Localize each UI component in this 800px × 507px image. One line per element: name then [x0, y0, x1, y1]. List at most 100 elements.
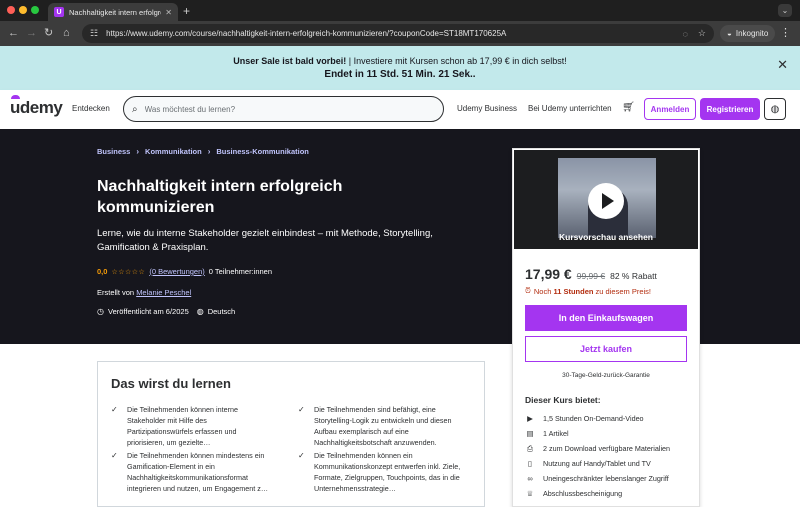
- star-rating-icon: ☆☆☆☆☆: [111, 268, 146, 276]
- alarm-clock-icon: ⏰︎: [525, 286, 531, 295]
- tab-search-chevron-icon[interactable]: ⌄: [778, 4, 792, 17]
- back-arrow-icon[interactable]: ←: [8, 26, 19, 40]
- learn-item-text: Die Teilnehmenden können ein Kommunikati…: [314, 451, 461, 493]
- infinity-icon: ∞: [527, 474, 533, 483]
- rating-count-link[interactable]: (0 Bewertungen): [149, 267, 204, 276]
- eye-off-icon[interactable]: ◌: [683, 29, 688, 39]
- timer-text: Noch 11 Stunden zu diesem Preis!: [534, 287, 651, 296]
- current-price: 17,99 €: [525, 266, 572, 282]
- published-date: Veröffentlicht am 6/2025: [107, 307, 189, 316]
- reload-icon[interactable]: ↻: [44, 26, 53, 40]
- check-icon: ✓: [111, 451, 118, 460]
- breadcrumb-communication[interactable]: Kommunikation: [145, 147, 202, 156]
- include-text: Abschlussbescheinigung: [543, 489, 623, 498]
- buy-now-button[interactable]: Jetzt kaufen: [525, 336, 687, 362]
- url-text[interactable]: https://www.udemy.com/course/nachhaltigk…: [106, 29, 672, 38]
- preview-label[interactable]: Kursvorschau ansehen: [514, 232, 698, 242]
- clock-alert-icon: ◷: [97, 307, 104, 316]
- search-bar[interactable]: ⌕: [123, 96, 444, 122]
- banner-text: | Investiere mit Kursen schon ab 17,99 €…: [346, 56, 567, 66]
- chevron-right-icon: ›: [207, 147, 211, 156]
- globe-icon: ◍: [196, 307, 204, 316]
- play-icon[interactable]: [588, 183, 624, 219]
- video-icon: ▶: [527, 414, 533, 423]
- login-button[interactable]: Anmelden: [644, 98, 696, 120]
- search-input[interactable]: [144, 104, 425, 114]
- logo-hat-icon: [11, 95, 20, 99]
- course-language: Deutsch: [207, 307, 236, 316]
- browser-tab-bar: U Nachhaltigkeit intern erfolgreich ✕ + …: [0, 0, 800, 21]
- course-subtitle: Lerne, wie du interne Stakeholder geziel…: [97, 228, 433, 253]
- incognito-label: Inkognito: [735, 29, 769, 38]
- created-by: Erstellt von Melanie Peschel: [97, 288, 191, 297]
- register-button[interactable]: Registrieren: [700, 98, 760, 120]
- logo-text: udemy: [10, 98, 63, 117]
- includes-title: Dieser Kurs bietet:: [525, 395, 601, 405]
- tab-close-icon[interactable]: ✕: [165, 8, 172, 17]
- chevron-right-icon: ›: [136, 147, 140, 156]
- learn-item: ✓ Die Teilnehmenden können interne Stake…: [111, 404, 271, 448]
- course-title: Nachhaltigkeit intern erfolgreich kommun…: [97, 178, 343, 216]
- udemy-favicon-icon: U: [54, 7, 64, 17]
- learn-item: ✓ Die Teilnehmenden können ein Kommunika…: [298, 450, 473, 494]
- address-bar[interactable]: ☷ https://www.udemy.com/course/nachhalti…: [82, 24, 714, 43]
- certificate-icon: ♕: [526, 489, 534, 498]
- list-item: ♕ Abschlussbescheinigung: [525, 486, 695, 501]
- banner-bold-text: Unser Sale ist bald vorbei!: [233, 56, 347, 66]
- forward-arrow-icon[interactable]: →: [26, 26, 37, 40]
- maximize-window-button[interactable]: [31, 6, 39, 14]
- search-icon[interactable]: ⌕: [132, 104, 138, 115]
- includes-list: ▶ 1,5 Stunden On-Demand-Video ▤ 1 Artikel …: [525, 411, 695, 501]
- include-text: Nutzung auf Handy/Tablet und TV: [543, 459, 651, 468]
- original-price: 99,99 €: [576, 271, 606, 281]
- student-count: 0 Teilnehmer:innen: [208, 267, 273, 276]
- add-to-cart-button[interactable]: In den Einkaufswagen: [525, 305, 687, 331]
- incognito-icon: ◒: [727, 29, 732, 38]
- timer-prefix: Noch: [533, 286, 554, 296]
- instructor-link[interactable]: Melanie Peschel: [136, 288, 191, 297]
- udemy-logo[interactable]: udemy: [10, 95, 63, 118]
- incognito-badge[interactable]: ◒ Inkognito: [720, 25, 776, 42]
- rating-row: 0,0 ☆☆☆☆☆ (0 Bewertungen) 0 Teilnehmer:i…: [97, 267, 272, 276]
- discount-percent: 82 % Rabatt: [610, 271, 657, 281]
- breadcrumb-business[interactable]: Business: [97, 147, 130, 156]
- bookmark-star-icon[interactable]: ☆: [698, 28, 706, 39]
- money-back-guarantee: 30-Tage-Geld-zurück-Garantie: [562, 372, 650, 379]
- include-text: 2 zum Download verfügbare Materialien: [543, 444, 671, 453]
- teach-link[interactable]: Bei Udemy unterrichten: [528, 104, 612, 113]
- course-meta: ◷ Veröffentlicht am 6/2025 ◍ Deutsch: [97, 307, 235, 316]
- list-item: ▯ Nutzung auf Handy/Tablet und TV: [525, 456, 695, 471]
- minimize-window-button[interactable]: [19, 6, 27, 14]
- sale-banner: Unser Sale ist bald vorbei! | Investiere…: [0, 46, 800, 90]
- list-item: ⎙ 2 zum Download verfügbare Materialien: [525, 441, 695, 456]
- breadcrumb: Business › Kommunikation › Business-Komm…: [97, 147, 309, 156]
- tab-title: Nachhaltigkeit intern erfolgreich: [69, 7, 161, 17]
- check-icon: ✓: [298, 405, 305, 414]
- learn-item-text: Die Teilnehmenden können mindestens ein …: [127, 451, 269, 493]
- banner-close-icon[interactable]: ✕: [777, 57, 788, 73]
- udemy-business-link[interactable]: Udemy Business: [457, 104, 517, 113]
- include-text: 1 Artikel: [543, 429, 569, 438]
- check-icon: ✓: [111, 405, 118, 414]
- site-info-icon[interactable]: ☷: [90, 28, 98, 39]
- rating-value: 0,0: [97, 267, 108, 276]
- browser-tab[interactable]: U Nachhaltigkeit intern erfolgreich ✕: [48, 3, 178, 21]
- download-icon: ⎙: [527, 443, 533, 453]
- course-preview[interactable]: Kursvorschau ansehen: [513, 149, 699, 250]
- mobile-icon: ▯: [527, 459, 533, 468]
- new-tab-icon[interactable]: +: [183, 4, 190, 18]
- timer-suffix: zu diesem Preis!: [593, 286, 651, 296]
- close-window-button[interactable]: [7, 6, 15, 14]
- list-item: ▶ 1,5 Stunden On-Demand-Video: [525, 411, 695, 426]
- explore-link[interactable]: Entdecken: [72, 104, 110, 113]
- learn-item: ✓ Die Teilnehmenden können mindestens ei…: [111, 450, 271, 494]
- shopping-cart-icon[interactable]: 🛒︎: [622, 102, 635, 113]
- timer-hours: 11 Stunden: [553, 286, 594, 296]
- language-globe-icon[interactable]: ◍: [764, 98, 786, 120]
- learn-item-text: Die Teilnehmenden können interne Stakeho…: [127, 405, 238, 447]
- home-icon[interactable]: ⌂: [63, 26, 70, 40]
- breadcrumb-business-communication[interactable]: Business-Kommunikation: [216, 147, 309, 156]
- list-item: ▤ 1 Artikel: [525, 426, 695, 441]
- browser-menu-icon[interactable]: ⋮: [780, 26, 791, 39]
- include-text: Uneingeschränkter lebenslanger Zugriff: [543, 474, 669, 483]
